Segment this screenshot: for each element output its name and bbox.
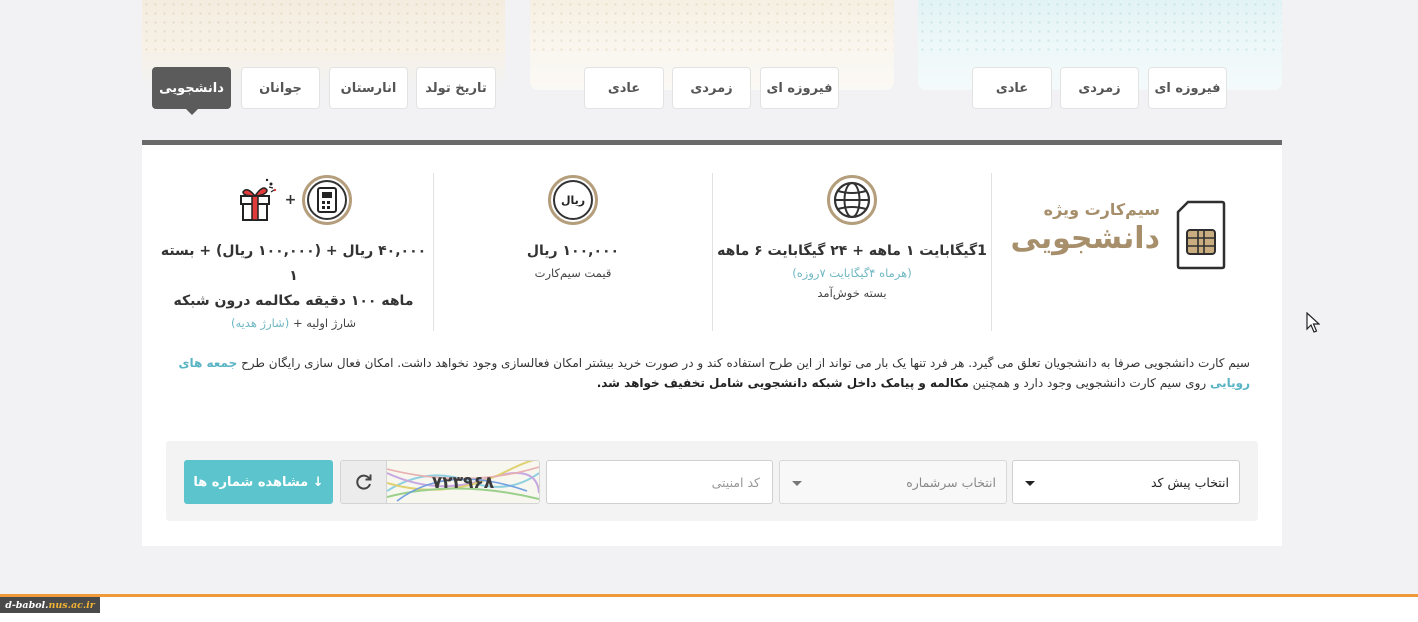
plus-sign: + bbox=[284, 192, 297, 208]
prefix-code-select[interactable]: انتخاب پیش کد bbox=[1012, 460, 1240, 504]
charge-amount: ۴۰,۰۰۰ ریال + (۱۰۰,۰۰۰ ریال) + بسته ۱ ما… bbox=[160, 243, 427, 309]
site-tag[interactable]: d-babol. nus.ac.ir bbox=[0, 597, 100, 613]
captcha-box: ۷۲۳۹۶۸ bbox=[340, 460, 540, 504]
student-plan-card: سیم‌کارت ویژه دانشجویی 1گیگابایت ۱ ماهه … bbox=[142, 140, 1282, 546]
feature-price: ریال ۱۰۰,۰۰۰ ریال قیمت سیم‌کارت bbox=[438, 175, 708, 331]
footer-area bbox=[0, 597, 1418, 622]
column-divider bbox=[712, 173, 713, 331]
brand-subtitle: سیم‌کارت ویژه bbox=[1043, 200, 1160, 219]
internet-note: (هرماه ۴گیگابایت ۷روزه) bbox=[792, 266, 912, 280]
column-divider bbox=[433, 173, 434, 331]
tab-mid-regular[interactable]: عادی bbox=[584, 67, 664, 109]
captcha-image: ۷۲۳۹۶۸ bbox=[386, 461, 539, 503]
tab-right-turquoise[interactable]: فیروزه ای bbox=[1148, 67, 1227, 109]
feature-charge: + ۴۰,۰۰۰ ریال + (۱۰۰,۰۰۰ ریال) + بسته ۱ … bbox=[158, 175, 429, 331]
security-code-input[interactable] bbox=[546, 460, 773, 504]
number-search-form: انتخاب پیش کد انتخاب سرشماره کد امنیتی ۷… bbox=[166, 441, 1258, 521]
tab-birthday[interactable]: تاریخ تولد bbox=[416, 67, 496, 109]
gift-icon bbox=[235, 178, 279, 222]
tab-youth[interactable]: جوانان bbox=[241, 67, 320, 109]
tab-right-regular[interactable]: عادی bbox=[972, 67, 1052, 109]
globe-icon bbox=[827, 175, 877, 225]
feature-internet: 1گیگابایت ۱ ماهه + ۲۴ گیگابایت ۶ ماهه (ه… bbox=[717, 175, 987, 331]
mouse-cursor-icon bbox=[1306, 311, 1321, 334]
view-numbers-button[interactable]: ↓ مشاهده شماره ها bbox=[184, 460, 333, 504]
tab-anarestan[interactable]: انارستان bbox=[329, 67, 408, 109]
tab-student[interactable]: دانشجویی bbox=[152, 67, 231, 115]
plan-description: سیم کارت دانشجویی صرفا به دانشجویان تعلق… bbox=[178, 356, 1251, 390]
series-select[interactable]: انتخاب سرشماره bbox=[779, 460, 1007, 504]
tab-mid-turquoise[interactable]: فیروزه ای bbox=[760, 67, 839, 109]
chevron-down-icon bbox=[1025, 481, 1035, 486]
svg-text:۷۲۳۹۶۸: ۷۲۳۹۶۸ bbox=[432, 473, 495, 493]
sim-price-caption: قیمت سیم‌کارت bbox=[534, 266, 612, 280]
chevron-down-icon bbox=[792, 481, 802, 486]
charge-caption: شارژ اولیه + (شارژ هدیه) bbox=[230, 316, 357, 330]
footer-divider bbox=[0, 594, 1418, 597]
tab-right-emerald[interactable]: زمردی bbox=[1060, 67, 1139, 109]
sim-price: ۱۰۰,۰۰۰ ریال bbox=[526, 243, 620, 259]
charge-icons: + bbox=[158, 175, 429, 225]
sim-charge-icon bbox=[302, 175, 353, 225]
tab-mid-emerald[interactable]: زمردی bbox=[672, 67, 751, 109]
internet-caption: بسته خوش‌آمد bbox=[817, 286, 887, 300]
rial-icon: ریال bbox=[548, 175, 598, 225]
internet-package: 1گیگابایت ۱ ماهه + ۲۴ گیگابایت ۶ ماهه bbox=[717, 243, 987, 259]
sim-card-icon bbox=[1176, 200, 1226, 270]
refresh-icon[interactable] bbox=[341, 461, 387, 503]
brand-title: سیم‌کارت ویژه دانشجویی bbox=[1010, 200, 1160, 256]
column-divider bbox=[991, 173, 992, 331]
brand-name: دانشجویی bbox=[1010, 221, 1160, 256]
